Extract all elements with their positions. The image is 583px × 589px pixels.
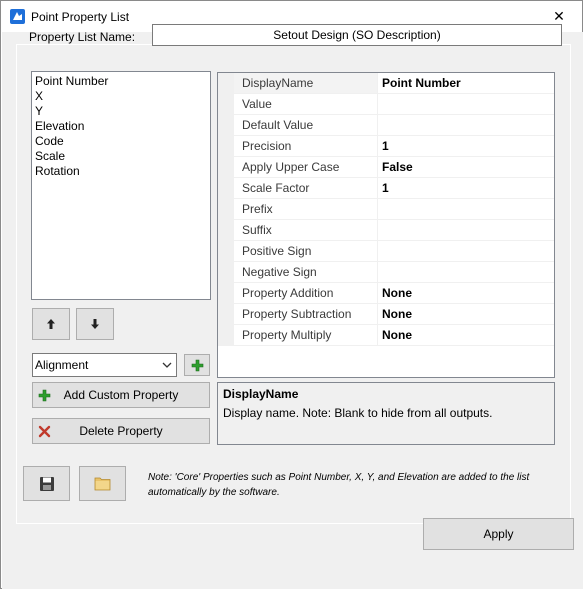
add-custom-property-button[interactable]: Add Custom Property xyxy=(32,382,210,408)
window-title: Point Property List xyxy=(31,10,130,24)
core-properties-note: Note: 'Core' Properties such as Point Nu… xyxy=(148,472,530,498)
grid-row[interactable]: DisplayName Point Number xyxy=(218,73,554,94)
dropdown-value: Alignment xyxy=(35,358,89,372)
grid-row-gutter xyxy=(218,262,234,283)
property-list-item[interactable]: X xyxy=(35,89,207,104)
grid-property-name[interactable]: Value xyxy=(234,94,378,115)
grid-property-value[interactable] xyxy=(378,262,554,283)
save-icon xyxy=(39,476,54,491)
folder-icon xyxy=(94,477,111,491)
grid-property-name[interactable]: Property Multiply xyxy=(234,325,378,346)
apply-button[interactable]: Apply xyxy=(423,518,574,550)
grid-row-gutter xyxy=(218,199,234,220)
help-panel: DisplayName Display name. Note: Blank to… xyxy=(217,382,555,445)
grid-row-gutter xyxy=(218,178,234,199)
grid-property-value[interactable]: None xyxy=(378,304,554,325)
help-description: Display name. Note: Blank to hide from a… xyxy=(223,406,493,420)
grid-row-gutter xyxy=(218,241,234,262)
grid-property-name[interactable]: Suffix xyxy=(234,220,378,241)
move-down-button[interactable] xyxy=(76,308,114,340)
grid-row[interactable]: Prefix xyxy=(218,199,554,220)
property-list-name-input[interactable]: Setout Design (SO Description) xyxy=(152,24,562,46)
property-list-item[interactable]: Code xyxy=(35,134,207,149)
grid-row[interactable]: Precision 1 xyxy=(218,136,554,157)
grid-property-name[interactable]: DisplayName xyxy=(234,73,378,94)
open-folder-button[interactable] xyxy=(79,466,126,501)
delete-x-icon xyxy=(38,425,51,438)
grid-row[interactable]: Value xyxy=(218,94,554,115)
grid-row[interactable]: Positive Sign xyxy=(218,241,554,262)
custom-property-dropdown[interactable]: Alignment xyxy=(32,353,177,377)
grid-row-gutter xyxy=(218,73,234,94)
grid-row-gutter xyxy=(218,304,234,325)
delete-property-label: Delete Property xyxy=(79,424,163,438)
grid-row[interactable]: Suffix xyxy=(218,220,554,241)
delete-property-button[interactable]: Delete Property xyxy=(32,418,210,444)
grid-property-value[interactable] xyxy=(378,94,554,115)
grid-property-value[interactable] xyxy=(378,220,554,241)
grid-property-name[interactable]: Property Addition xyxy=(234,283,378,304)
property-list-item[interactable]: Y xyxy=(35,104,207,119)
grid-row[interactable]: Property Multiply None xyxy=(218,325,554,346)
grid-property-value[interactable]: 1 xyxy=(378,178,554,199)
grid-row[interactable]: Property Addition None xyxy=(218,283,554,304)
property-list-item[interactable]: Point Number xyxy=(35,74,207,89)
property-listbox[interactable]: Point Number X Y Elevation Code Scale Rotation xyxy=(31,71,211,300)
add-plus-button[interactable] xyxy=(184,354,210,376)
grid-property-name[interactable]: Apply Upper Case xyxy=(234,157,378,178)
grid-property-name[interactable]: Prefix xyxy=(234,199,378,220)
grid-row-gutter xyxy=(218,325,234,346)
grid-row[interactable]: Default Value xyxy=(218,115,554,136)
property-list-item[interactable]: Scale xyxy=(35,149,207,164)
grid-row[interactable]: Apply Upper Case False xyxy=(218,157,554,178)
grid-row[interactable]: Property Subtraction None xyxy=(218,304,554,325)
grid-property-value[interactable]: Point Number xyxy=(378,73,554,94)
property-list-item[interactable]: Rotation xyxy=(35,164,207,179)
apply-label: Apply xyxy=(483,527,514,541)
grid-row-gutter xyxy=(218,115,234,136)
grid-row-gutter xyxy=(218,136,234,157)
grid-property-value[interactable]: False xyxy=(378,157,554,178)
grid-row-gutter xyxy=(218,157,234,178)
close-icon: ✕ xyxy=(553,8,565,24)
arrow-down-icon xyxy=(91,319,99,329)
chevron-down-icon xyxy=(162,362,172,368)
grid-property-name[interactable]: Scale Factor xyxy=(234,178,378,199)
grid-property-value[interactable] xyxy=(378,199,554,220)
grid-property-value[interactable]: 1 xyxy=(378,136,554,157)
grid-property-value[interactable]: None xyxy=(378,325,554,346)
property-list-item[interactable]: Elevation xyxy=(35,119,207,134)
grid-property-name[interactable]: Precision xyxy=(234,136,378,157)
grid-property-value[interactable] xyxy=(378,241,554,262)
grid-property-name[interactable]: Negative Sign xyxy=(234,262,378,283)
grid-row-gutter xyxy=(218,94,234,115)
grid-property-name[interactable]: Positive Sign xyxy=(234,241,378,262)
grid-row[interactable]: Negative Sign xyxy=(218,262,554,283)
add-custom-property-label: Add Custom Property xyxy=(63,388,179,402)
grid-property-value[interactable] xyxy=(378,115,554,136)
property-list-name-label: Property List Name: xyxy=(29,30,136,44)
grid-row-gutter xyxy=(218,283,234,304)
grid-property-name[interactable]: Property Subtraction xyxy=(234,304,378,325)
plus-icon xyxy=(38,389,51,402)
arrow-up-icon xyxy=(47,319,55,329)
grid-property-name[interactable]: Default Value xyxy=(234,115,378,136)
plus-icon xyxy=(191,359,203,371)
app-icon xyxy=(10,9,25,24)
help-title: DisplayName xyxy=(223,387,299,401)
save-button[interactable] xyxy=(23,466,70,501)
move-up-button[interactable] xyxy=(32,308,70,340)
grid-row-gutter xyxy=(218,220,234,241)
grid-property-value[interactable]: None xyxy=(378,283,554,304)
property-grid[interactable]: DisplayName Point Number Value Default Valu… xyxy=(217,72,555,378)
grid-row[interactable]: Scale Factor 1 xyxy=(218,178,554,199)
